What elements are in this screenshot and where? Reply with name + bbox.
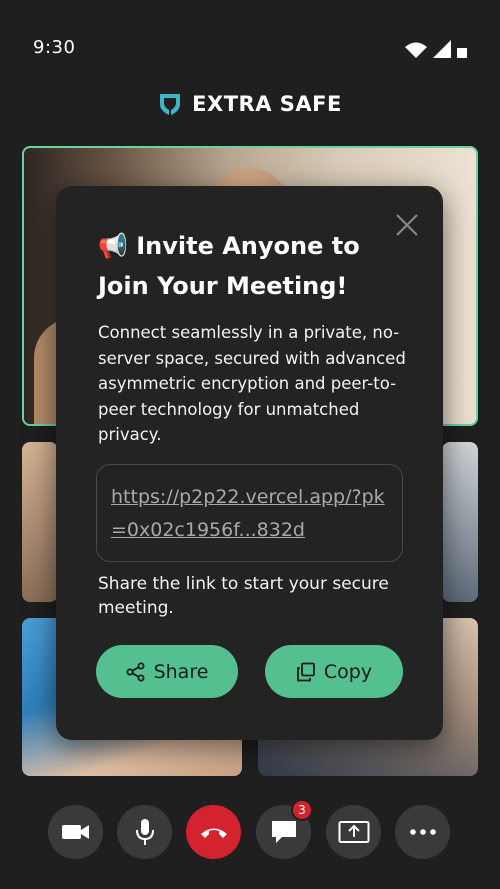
more-dots-icon	[409, 829, 436, 835]
share-note: Share the link to start your secure meet…	[98, 574, 389, 618]
chat-button[interactable]: 3	[256, 799, 313, 859]
invite-modal: 📢 Invite Anyone to Join Your Meeting! Co…	[56, 186, 443, 740]
status-bar: 9:30	[0, 0, 500, 96]
invite-link-box[interactable]: https://p2p22.vercel.app/?pk=0x02c1956f.…	[96, 464, 403, 562]
microphone-icon	[135, 819, 154, 845]
screen-share-icon	[338, 821, 369, 843]
close-icon[interactable]	[395, 213, 419, 237]
screen-share-button[interactable]	[326, 805, 381, 859]
hang-up-icon	[200, 828, 227, 838]
battery-icon	[457, 48, 467, 58]
status-time: 9:30	[33, 37, 76, 58]
call-controls: 3	[0, 799, 500, 859]
wifi-icon	[405, 42, 427, 58]
chat-bubble-icon	[271, 821, 296, 843]
share-icon	[126, 662, 145, 681]
status-icons	[405, 40, 467, 58]
copy-icon	[296, 662, 315, 681]
signal-icon	[433, 40, 451, 58]
share-button-label: Share	[153, 660, 209, 683]
invite-link[interactable]: https://p2p22.vercel.app/?pk=0x02c1956f.…	[111, 486, 385, 541]
end-call-button[interactable]	[186, 805, 241, 859]
modal-description: Connect seamlessly in a private, no-serv…	[98, 323, 406, 444]
brand-name: EXTRA SAFE	[192, 92, 342, 116]
microphone-button[interactable]	[117, 805, 172, 859]
share-button[interactable]: Share	[96, 645, 238, 698]
participant-video-3[interactable]	[442, 442, 478, 602]
chat-badge: 3	[291, 799, 313, 821]
copy-button-label: Copy	[323, 660, 373, 683]
brand-header: EXTRA SAFE	[0, 92, 500, 116]
shield-logo-icon	[160, 94, 181, 115]
modal-title: 📢 Invite Anyone to Join Your Meeting!	[98, 232, 360, 300]
video-camera-icon	[61, 825, 89, 839]
participant-video-2[interactable]	[22, 442, 58, 602]
more-options-button[interactable]	[395, 805, 450, 859]
camera-button[interactable]	[48, 805, 103, 859]
copy-button[interactable]: Copy	[265, 645, 403, 698]
